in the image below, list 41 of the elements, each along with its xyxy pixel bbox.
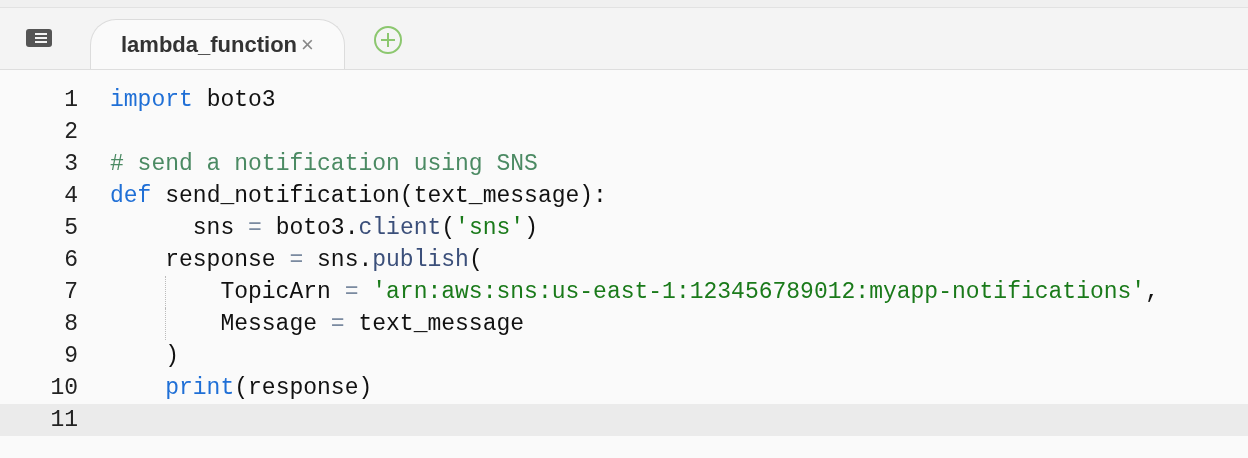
code-token: client — [358, 214, 442, 243]
code-token: boto3 — [205, 86, 276, 115]
code-token: = — [344, 278, 360, 307]
code-token: , — [1145, 278, 1159, 307]
code-token: # send a notification using SNS — [110, 150, 538, 179]
code-token: print — [165, 374, 235, 403]
code-token: = — [248, 214, 262, 243]
code-token: ) — [524, 214, 538, 243]
code-token: ( — [468, 246, 483, 275]
line-number: 7 — [63, 278, 78, 307]
code-token: (response) — [234, 374, 373, 403]
code-token: ) — [165, 342, 179, 371]
code-token: = — [289, 246, 304, 275]
line-number: 10 — [49, 374, 78, 403]
code-token: 'arn:aws:sns:us-east-1:123456789012:myapp-notifications' — [372, 278, 1146, 307]
code-token: send_notification(text_message): — [164, 182, 607, 211]
code-token: 'sns' — [455, 214, 525, 243]
line-number: 6 — [63, 246, 78, 275]
line-number: 9 — [63, 342, 78, 371]
code-token: sns — [192, 214, 236, 243]
code-token: response — [165, 246, 277, 275]
code-token: def — [110, 182, 152, 211]
code-token: Message — [220, 310, 319, 339]
menu-icon[interactable] — [26, 27, 54, 49]
code-token: import — [110, 86, 193, 115]
editor-tab[interactable]: lambda_function × — [90, 19, 345, 69]
code-token: boto3. — [274, 214, 359, 243]
line-number: 1 — [63, 86, 78, 115]
line-number: 8 — [63, 310, 78, 339]
line-number: 5 — [63, 214, 78, 243]
code-token: publish — [372, 246, 469, 275]
line-number: 4 — [63, 182, 78, 211]
code-token: ( — [441, 214, 456, 243]
line-number: 11 — [49, 406, 78, 435]
code-token: sns. — [316, 246, 373, 275]
line-number: 2 — [63, 118, 78, 147]
code-token: = — [330, 310, 345, 339]
line-number: 3 — [63, 150, 78, 179]
tab-label: lambda_function — [121, 31, 297, 59]
code-token: TopicArn — [220, 278, 332, 307]
code-token: text_message — [357, 310, 525, 339]
